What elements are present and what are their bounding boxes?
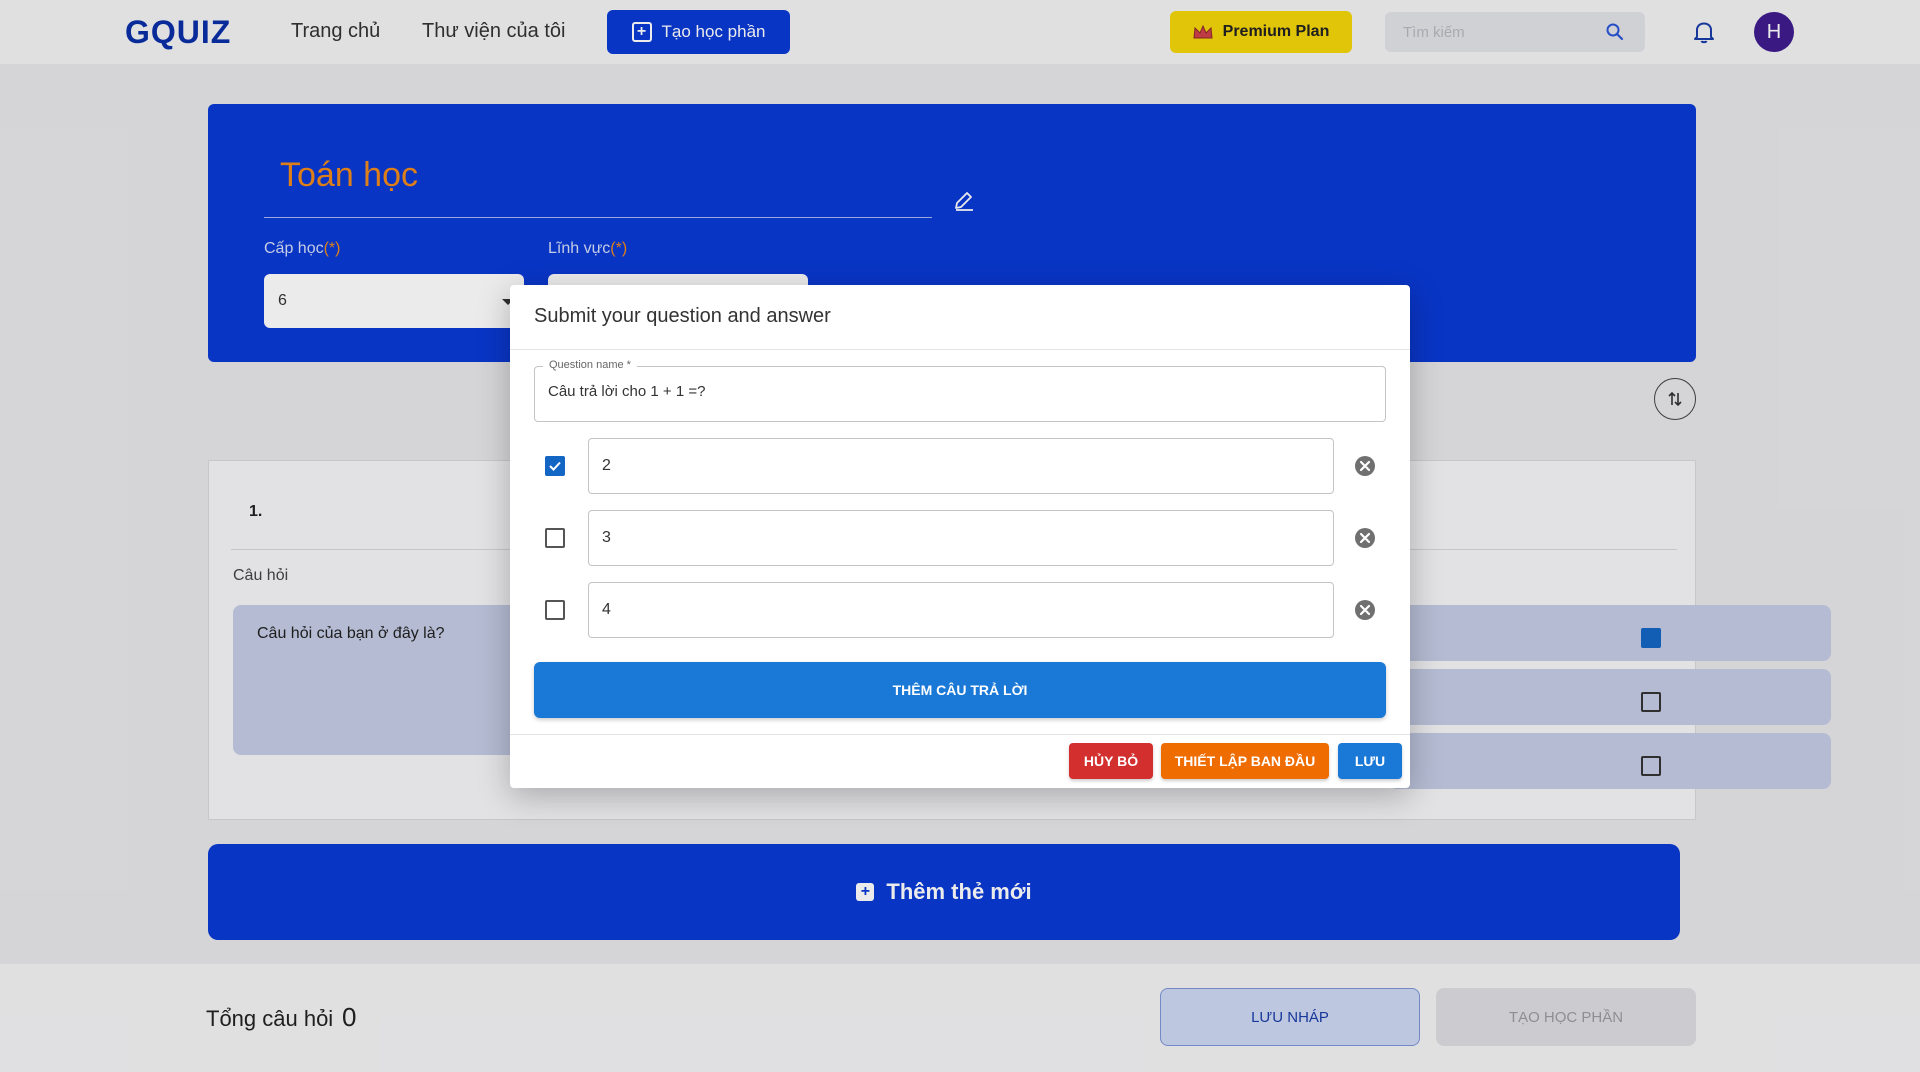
- reset-button[interactable]: THIẾT LẬP BAN ĐẦU: [1161, 743, 1329, 779]
- question-name-input[interactable]: [548, 383, 1368, 400]
- question-name-field: Question name *: [534, 359, 1386, 422]
- check-icon: [549, 461, 561, 471]
- divider: [510, 734, 1410, 735]
- answer-row: [510, 582, 1410, 638]
- correct-answer-checkbox[interactable]: [545, 528, 565, 548]
- modal-title: Submit your question and answer: [534, 305, 831, 327]
- answer-field: [588, 438, 1334, 494]
- cancel-button[interactable]: HỦY BỎ: [1069, 743, 1153, 779]
- divider: [510, 349, 1410, 350]
- answer-row: [510, 438, 1410, 494]
- answer-field: [588, 582, 1334, 638]
- answer-input[interactable]: [602, 601, 1302, 619]
- remove-answer-icon[interactable]: [1354, 527, 1376, 549]
- answer-field: [588, 510, 1334, 566]
- remove-answer-icon[interactable]: [1354, 599, 1376, 621]
- correct-answer-checkbox[interactable]: [545, 600, 565, 620]
- question-name-legend: Question name *: [543, 359, 637, 371]
- correct-answer-checkbox[interactable]: [545, 456, 565, 476]
- answer-input[interactable]: [602, 457, 1302, 475]
- add-answer-button[interactable]: THÊM CÂU TRẢ LỜI: [534, 662, 1386, 718]
- answer-input[interactable]: [602, 529, 1302, 547]
- remove-answer-icon[interactable]: [1354, 455, 1376, 477]
- save-button[interactable]: LƯU: [1338, 743, 1402, 779]
- question-modal: Submit your question and answer Question…: [510, 285, 1410, 788]
- answer-row: [510, 510, 1410, 566]
